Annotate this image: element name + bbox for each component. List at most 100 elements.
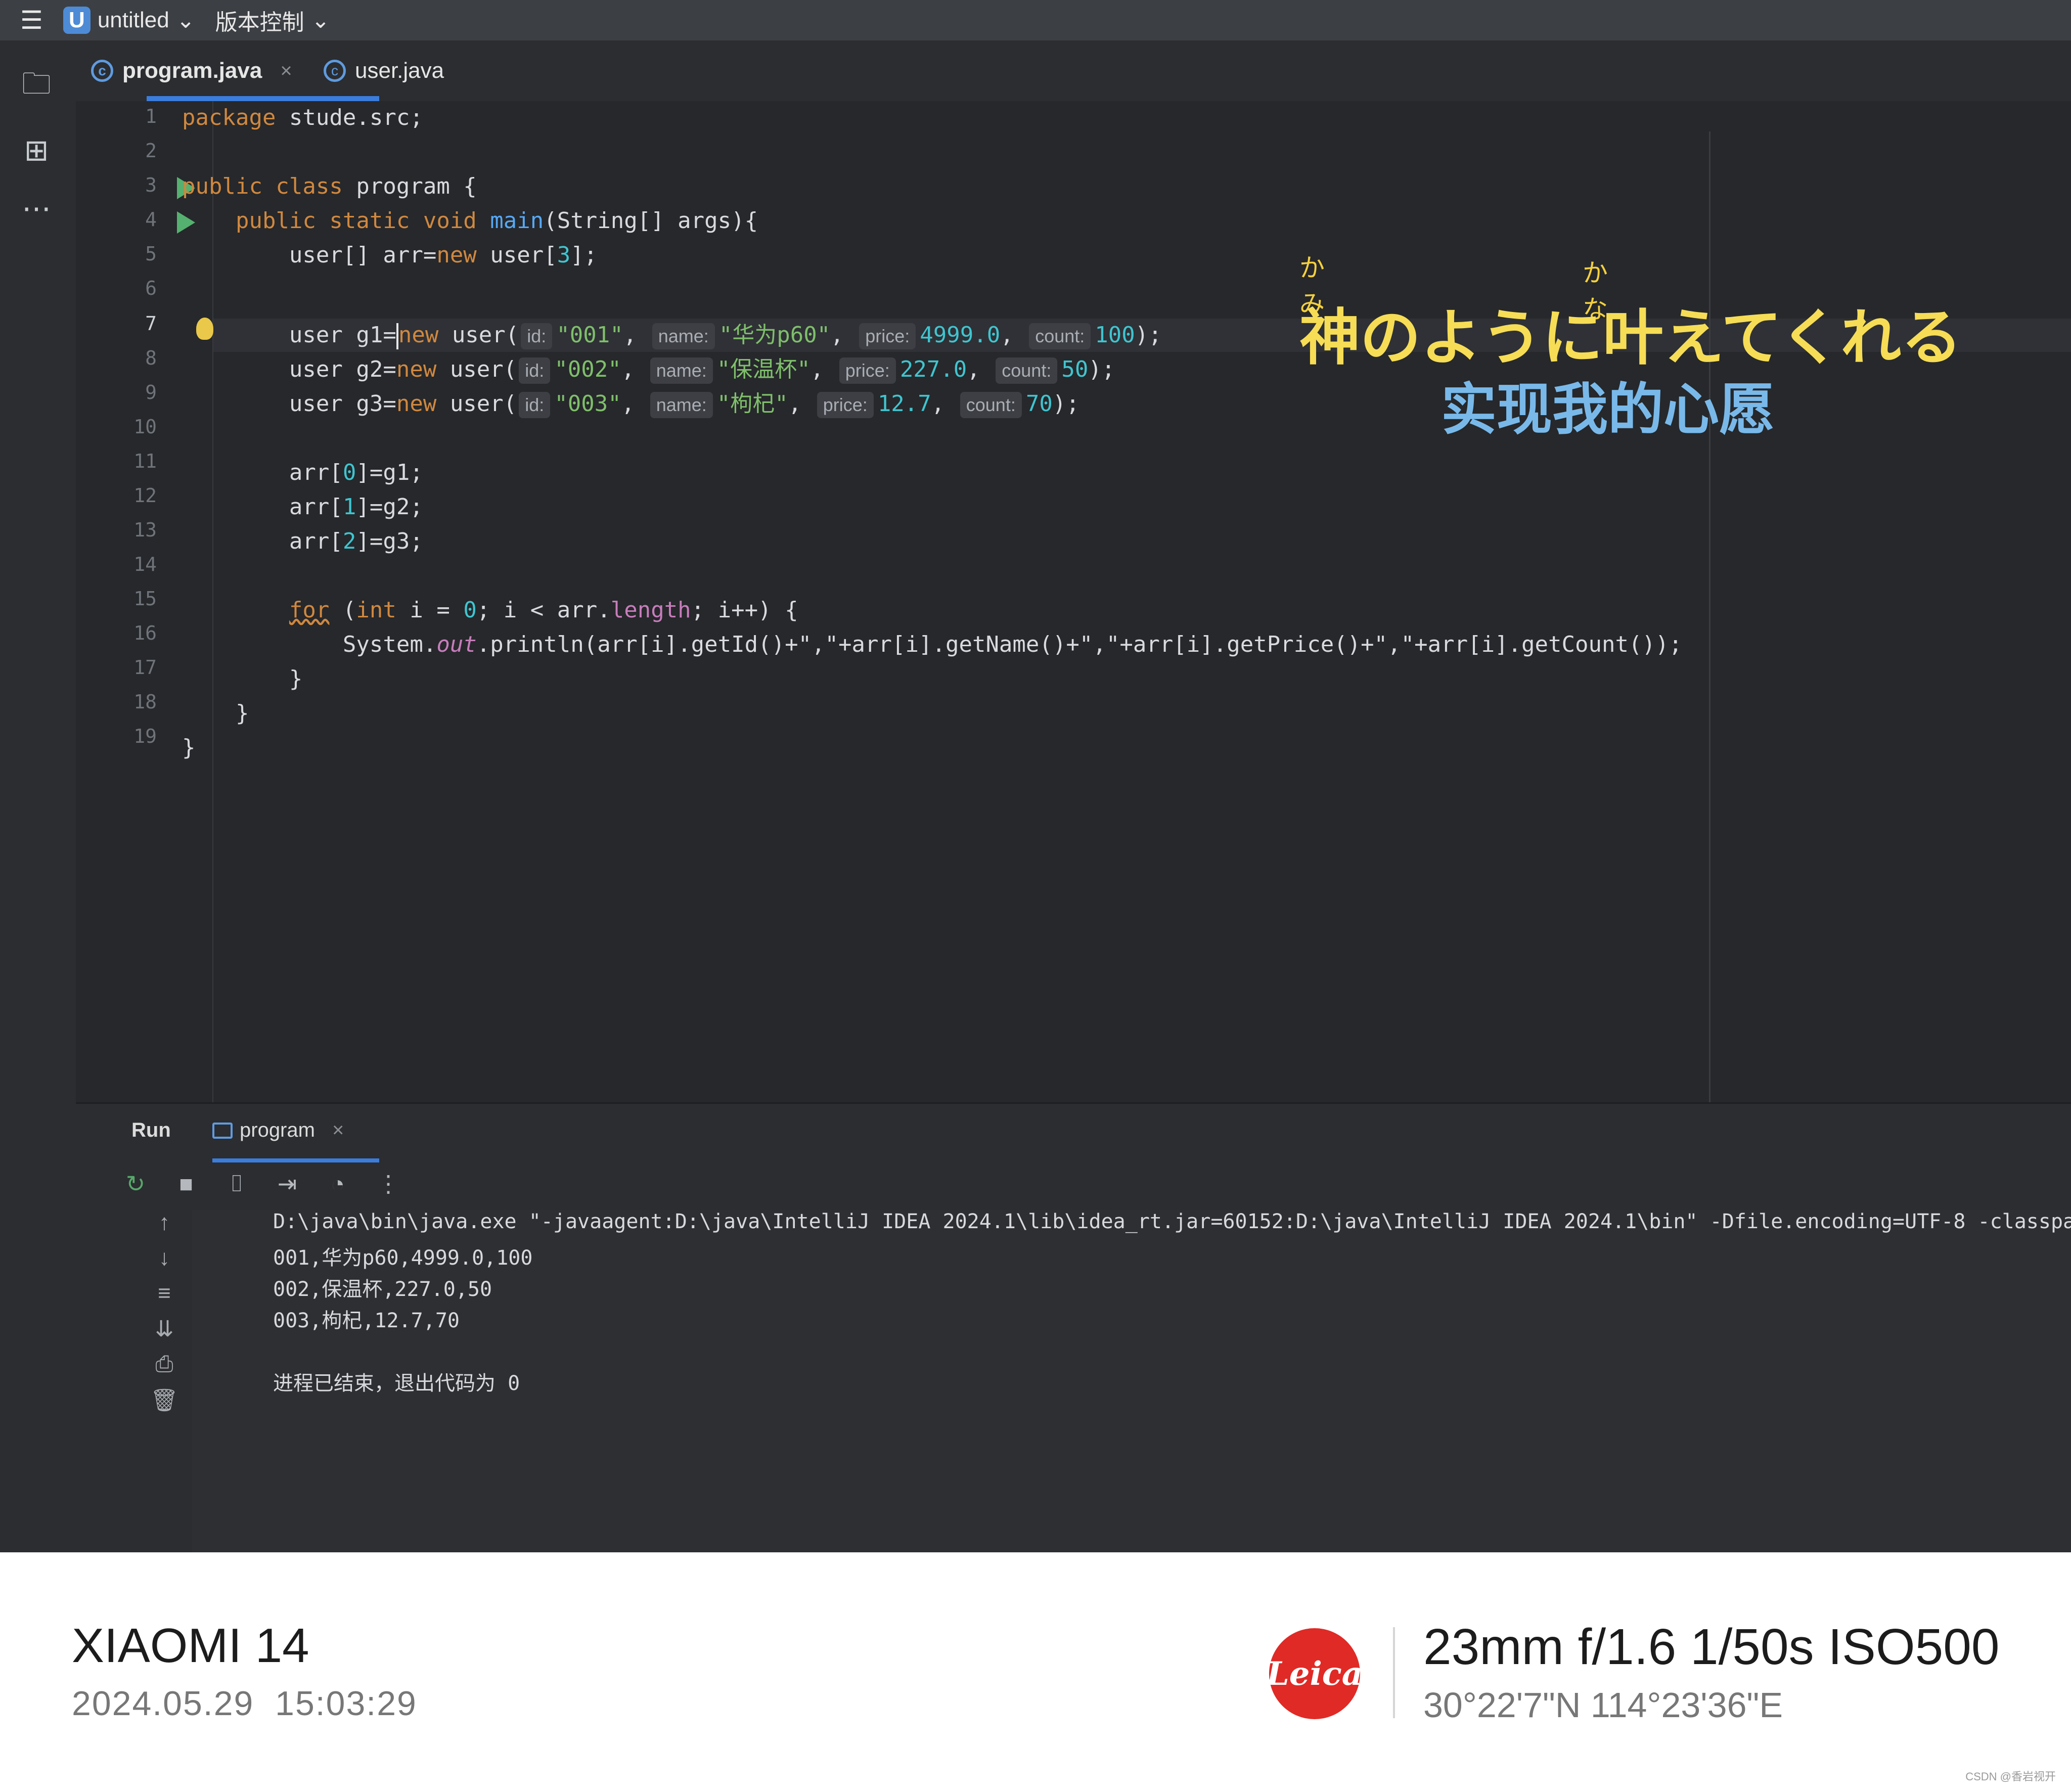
trash-icon[interactable]: 🗑 (150, 1387, 178, 1413)
code-text: user( (438, 322, 519, 348)
param-hint-count: count: (1029, 323, 1091, 349)
lyric-line-japanese: 神のように叶えてくれる (1299, 303, 1962, 373)
code-text: user g1= (182, 322, 396, 348)
console-line: D:\java\bin\java.exe "-javaagent:D:\java… (273, 1210, 2071, 1233)
csdn-watermark: CSDN @香岩视开 (1965, 1770, 2056, 1783)
keyword: new (436, 242, 477, 268)
param-hint-name: name: (650, 357, 713, 384)
code-editor[interactable]: 1 2 3 4 5 6 7 8 9 10 11 12 13 14 15 16 1… (76, 101, 2071, 1102)
close-icon[interactable]: × (280, 60, 292, 82)
param-hint-id: id: (521, 323, 553, 349)
code-text: ( (329, 597, 356, 623)
number-literal: 227.0 (899, 356, 967, 382)
print-icon[interactable]: ⎙ (155, 1352, 173, 1378)
number-literal: 4999.0 (920, 322, 1001, 348)
more-options-icon[interactable]: ⋮ (374, 1170, 402, 1197)
static-field: out (436, 632, 477, 657)
code-line-19: } (182, 735, 196, 760)
code-text: ]=g2; (356, 494, 423, 520)
number-literal: 50 (1061, 356, 1089, 382)
string-literal: "华为p60" (718, 322, 831, 348)
leica-logo: Leica (1267, 1628, 1363, 1719)
rerun-icon[interactable]: ↻ (121, 1170, 150, 1197)
code-line-18: } (182, 700, 249, 726)
code-text: , (623, 322, 650, 348)
code-line-7: user g1=new user(id: "001", name: "华为p60",… (182, 319, 1162, 352)
tab-program-java[interactable]: c program.java × (91, 40, 292, 101)
code-text: , (967, 356, 994, 382)
right-margin-guide (1709, 131, 1710, 1102)
scroll-to-end-icon[interactable]: ⇊ (155, 1316, 174, 1342)
project-selector[interactable]: U untitled ⌄ (63, 7, 195, 34)
code-text: stude.src; (276, 105, 423, 130)
code-line-4: public static void main(String[] args){ (182, 204, 758, 238)
code-text: program { (342, 173, 477, 199)
close-icon[interactable]: × (332, 1119, 344, 1142)
code-text: ); (1052, 391, 1079, 417)
active-tab-indicator (147, 96, 379, 101)
code-text: , (810, 356, 837, 382)
code-line-5: user[] arr=new user[3]; (182, 239, 597, 272)
keyword: package (182, 105, 276, 130)
code-text: ); (1135, 322, 1162, 348)
arrow-up-icon[interactable]: ↑ (159, 1210, 170, 1236)
code-text: arr[ (182, 528, 343, 554)
param-hint-count: count: (996, 357, 1058, 384)
main-menu-icon[interactable]: ☰ (20, 6, 43, 35)
line-number: 5 (145, 243, 157, 265)
code-text: user( (436, 356, 517, 382)
run-config-tab[interactable]: program × (212, 1119, 344, 1142)
line-number: 14 (133, 553, 157, 575)
camera-icon[interactable]: ⌷ (222, 1170, 251, 1198)
project-folder-icon[interactable]: 🗀 (15, 66, 58, 108)
dashboard-icon[interactable]: ◔ (324, 1170, 352, 1197)
capture-datetime: 2024.05.29 15:03:29 (72, 1684, 417, 1723)
code-text: user( (436, 391, 517, 417)
code-text: , (830, 322, 858, 348)
code-text: , (931, 391, 958, 417)
number-literal: 3 (557, 242, 571, 268)
vcs-menu[interactable]: 版本控制 ⌄ (215, 4, 330, 36)
active-run-tab-indicator (212, 1158, 379, 1162)
exit-icon[interactable]: ⇥ (273, 1170, 301, 1197)
line-number: 13 (133, 519, 157, 541)
application-icon (212, 1122, 233, 1139)
device-model: XIAOMI 14 (72, 1619, 309, 1673)
line-number: 17 (133, 656, 157, 679)
code-text: System. (182, 632, 437, 657)
exif-info: 23mm f/1.6 1/50s ISO500 (1423, 1619, 2000, 1675)
code-line-9: user g3=new user(id: "003", name: "枸杞", pr… (182, 387, 1079, 421)
param-hint-name: name: (650, 392, 713, 418)
console-line: 002,保温杯,227.0,50 (273, 1278, 492, 1301)
code-text: .println(arr[i].getId()+","+arr[i].getNa… (476, 632, 1682, 657)
code-line-15: for (int i = 0; i < arr.length; i++) { (182, 594, 798, 627)
code-line-13: arr[2]=g3; (182, 525, 423, 558)
arrow-down-icon[interactable]: ↓ (159, 1245, 170, 1272)
tab-user-java[interactable]: c user.java (324, 40, 444, 101)
line-number: 10 (133, 416, 157, 438)
code-text: , (1000, 322, 1027, 348)
code-text: , (788, 391, 815, 417)
run-header: Run program × (76, 1104, 2071, 1162)
param-hint-name: name: (652, 323, 715, 349)
title-bar: ☰ U untitled ⌄ 版本控制 ⌄ (0, 0, 2071, 40)
number-literal: 12.7 (877, 391, 931, 417)
soft-wrap-icon[interactable]: ≡ (158, 1281, 171, 1307)
console-exit-line: 进程已结束，退出代码为 0 (273, 1372, 520, 1395)
console-output[interactable]: D:\java\bin\java.exe "-javaagent:D:\java… (192, 1210, 2071, 1552)
console-line: 003,枸杞,12.7,70 (273, 1309, 460, 1332)
more-tools-icon[interactable]: ⋯ (15, 187, 58, 230)
chevron-down-icon: ⌄ (176, 8, 195, 33)
code-text: ]=g1; (356, 460, 423, 485)
structure-icon[interactable]: ⊞ (15, 129, 58, 171)
code-text: ]=g3; (356, 528, 423, 554)
project-name: untitled (97, 8, 169, 32)
line-number: 18 (133, 691, 157, 713)
ide-window: ☰ U untitled ⌄ 版本控制 ⌄ 🗀 ⊞ ⋯ c program.ja… (0, 0, 2071, 1552)
code-text: user[] arr= (182, 242, 437, 268)
stop-icon[interactable]: ■ (172, 1170, 200, 1197)
code-text: i = (396, 597, 464, 623)
code-line-8: user g2=new user(id: "002", name: "保温杯", p… (182, 353, 1115, 386)
line-number: 1 (145, 105, 157, 127)
